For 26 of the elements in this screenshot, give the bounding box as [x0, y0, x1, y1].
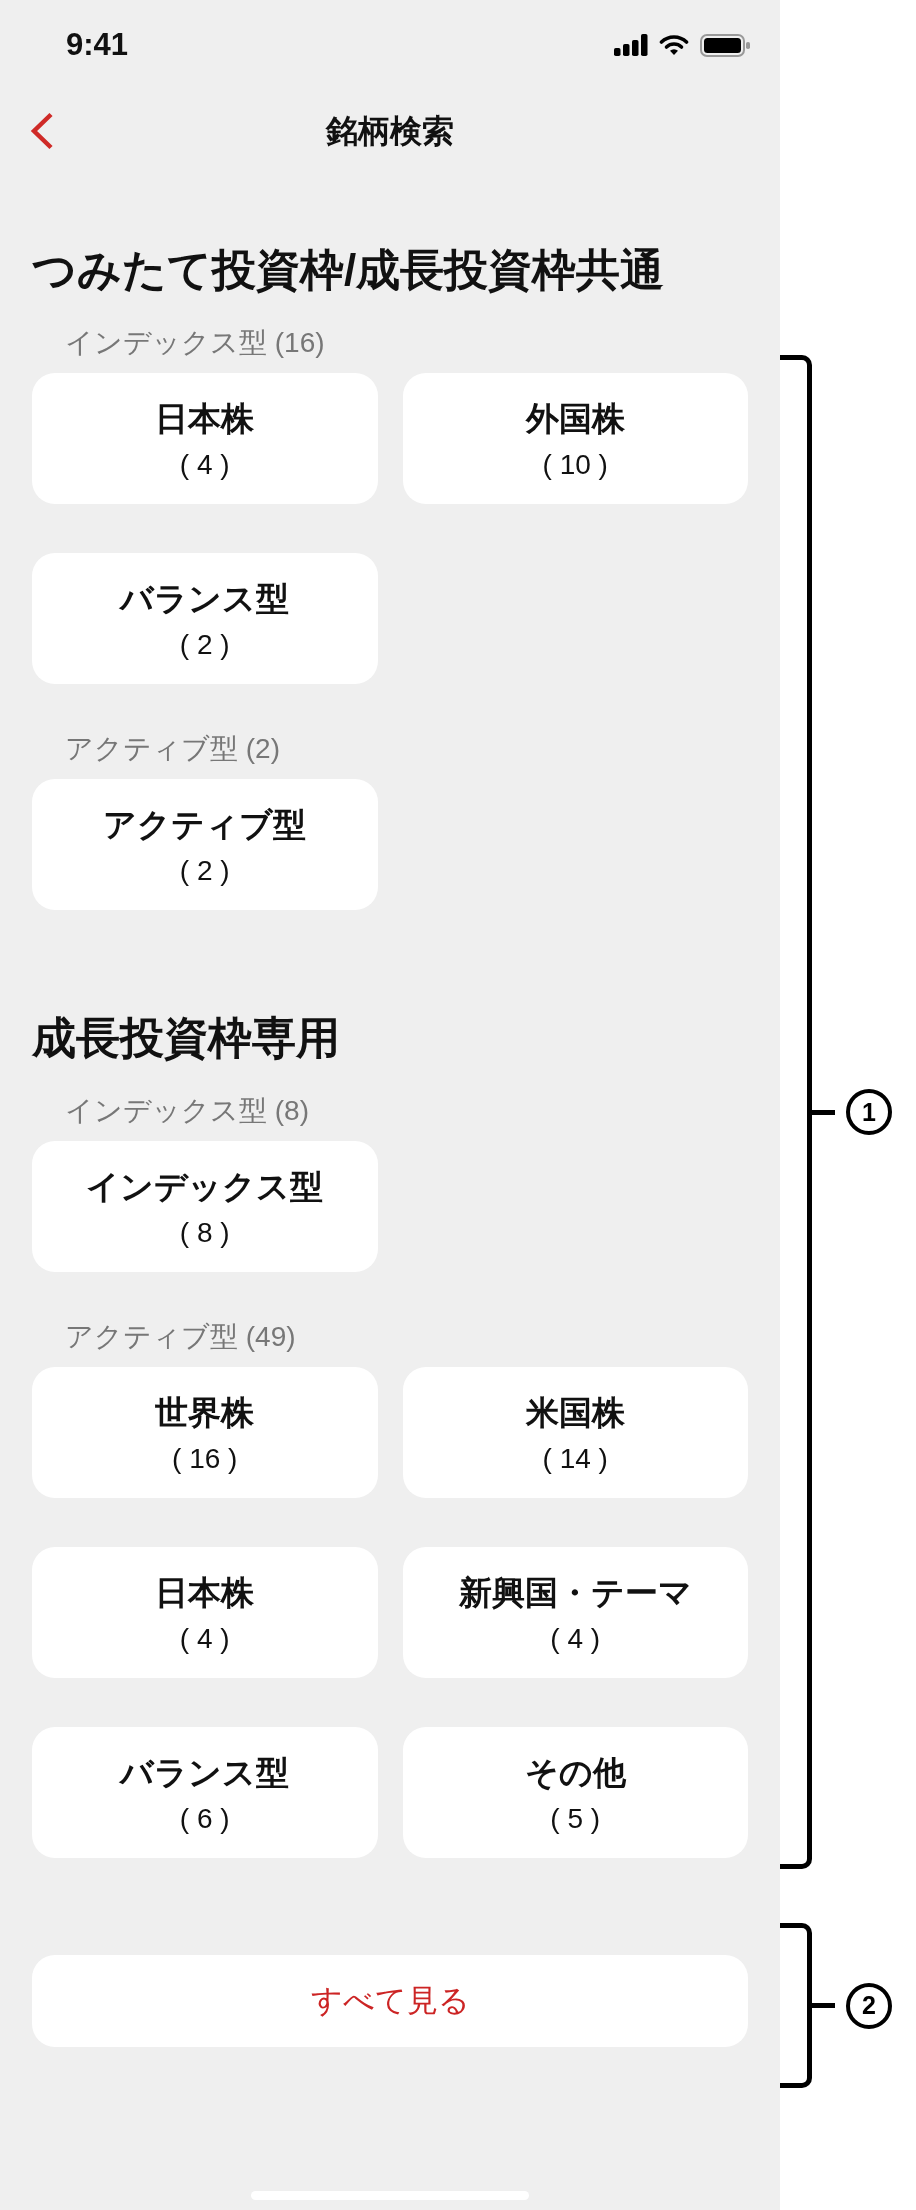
wifi-icon [659, 34, 689, 56]
category-button[interactable]: アクティブ型 ( 2 ) [32, 779, 378, 910]
category-button[interactable]: 米国株 ( 14 ) [402, 1367, 748, 1498]
category-button[interactable]: 外国株 ( 10 ) [402, 373, 748, 504]
page-title: 銘柄検索 [326, 112, 454, 151]
category-button[interactable]: バランス型 ( 2 ) [32, 553, 378, 684]
section-heading: 成長投資枠専用 [32, 1012, 341, 1064]
category-button[interactable]: 日本株 ( 4 ) [32, 373, 378, 504]
category-button[interactable]: 世界株 ( 16 ) [32, 1367, 378, 1498]
callout-number: 2 [846, 1982, 892, 2029]
group-heading: アクティブ型 (49) [64, 1320, 297, 1354]
status-time: 9:41 [66, 26, 129, 64]
back-icon[interactable] [30, 112, 54, 150]
category-button[interactable]: 新興国・テーマ ( 4 ) [402, 1547, 748, 1678]
group-heading: インデックス型 (8) [64, 1094, 310, 1128]
category-button[interactable]: 日本株 ( 4 ) [32, 1547, 378, 1678]
category-button[interactable]: インデックス型 ( 8 ) [32, 1141, 378, 1272]
group-heading: アクティブ型 (2) [64, 732, 281, 766]
battery-icon [700, 33, 750, 57]
section-heading: つみたて投資枠/成長投資枠共通 [32, 244, 666, 296]
view-all-button[interactable]: すべて見る [32, 1955, 748, 2047]
callout-number: 1 [846, 1089, 892, 1135]
category-button[interactable]: その他 ( 5 ) [402, 1727, 748, 1858]
group-heading: インデックス型 (16) [64, 326, 326, 360]
category-button[interactable]: バランス型 ( 6 ) [32, 1727, 378, 1858]
signal-icon [614, 34, 648, 56]
